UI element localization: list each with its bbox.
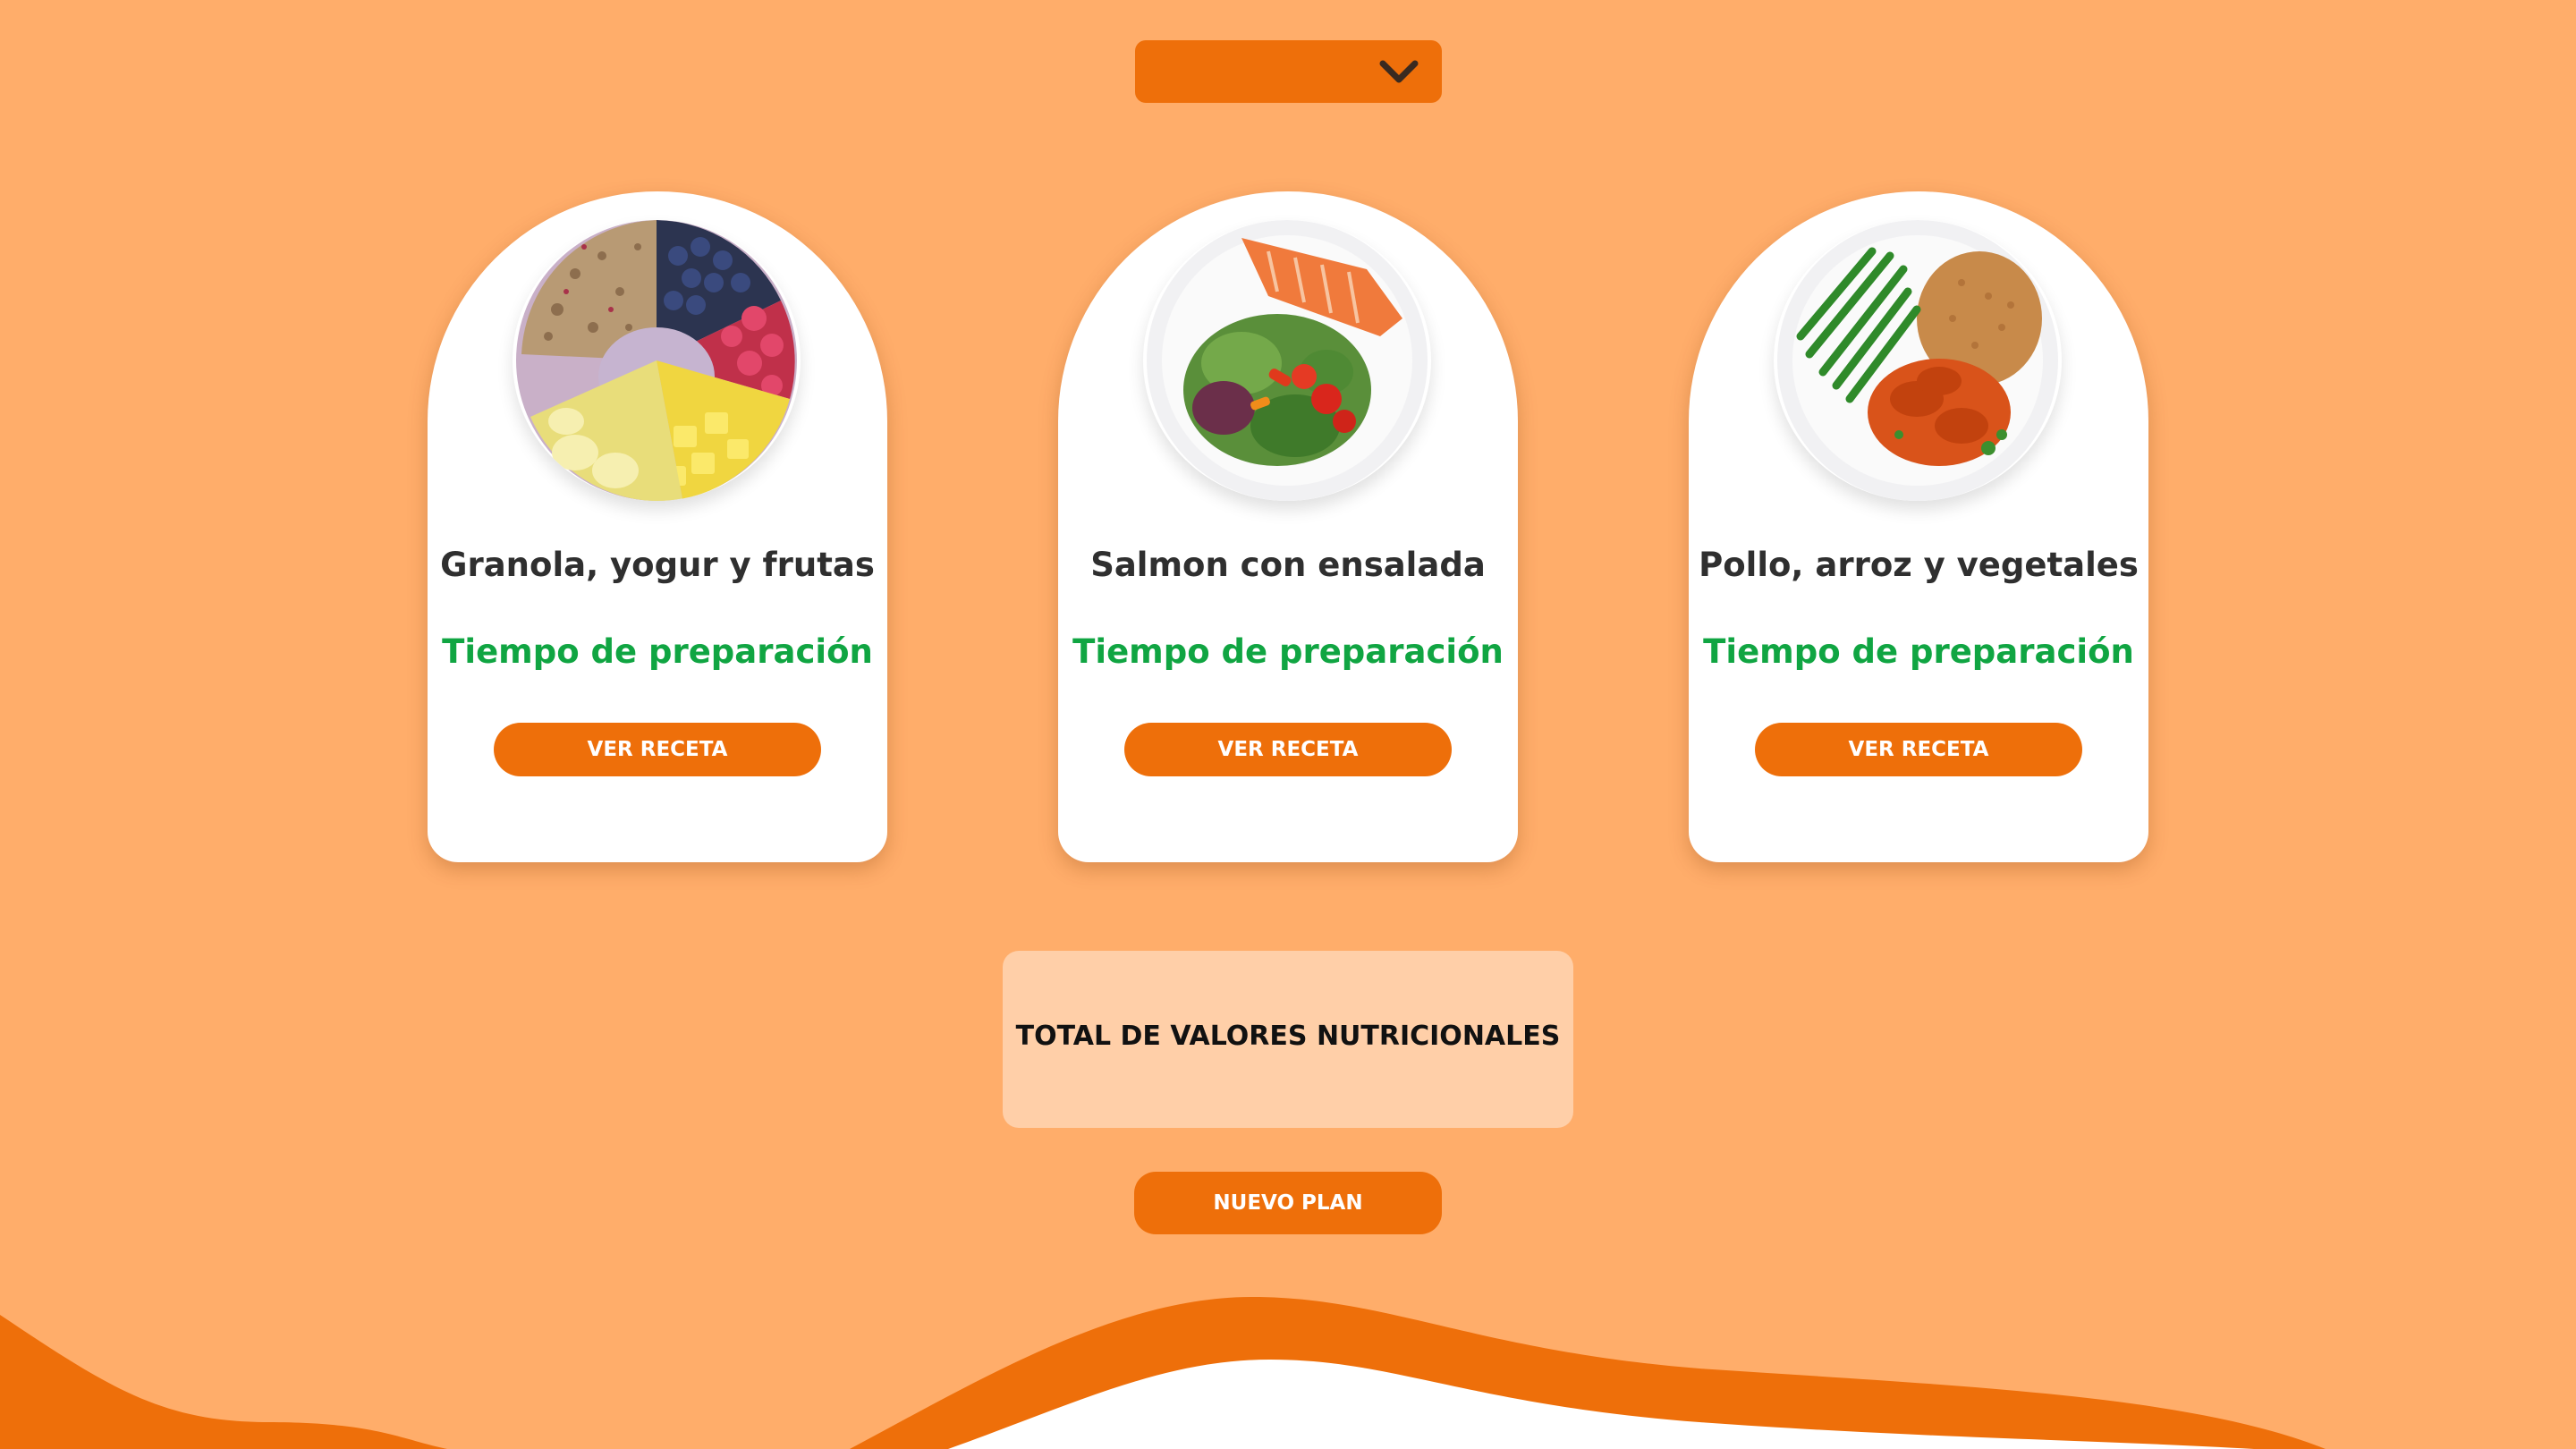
- decorative-waves: [0, 1297, 2326, 1449]
- prep-time-label: Tiempo de preparación: [1703, 632, 2134, 671]
- prep-time-label: Tiempo de preparación: [442, 632, 873, 671]
- new-plan-button[interactable]: NUEVO PLAN: [1134, 1172, 1442, 1234]
- nutrition-totals-label: TOTAL DE VALORES NUTRICIONALES: [1015, 1021, 1561, 1052]
- view-recipe-button[interactable]: VER RECETA: [1755, 723, 2082, 776]
- recipe-name: Salmon con ensalada: [1090, 546, 1486, 584]
- prep-time-label: Tiempo de preparación: [1072, 632, 1504, 671]
- chevron-down-icon: [1379, 60, 1419, 83]
- recipe-name: Pollo, arroz y vegetales: [1699, 546, 2139, 584]
- recipe-card-granola: Granola, yogur y frutas Tiempo de prepar…: [428, 191, 887, 862]
- recipe-name: Granola, yogur y frutas: [440, 546, 875, 584]
- meal-plan-dropdown[interactable]: [1135, 40, 1442, 103]
- recipe-card-chicken: Pollo, arroz y vegetales Tiempo de prepa…: [1689, 191, 2148, 862]
- granola-yogurt-fruit-bowl-image: [513, 220, 801, 501]
- salmon-salad-plate-image: [1143, 220, 1431, 501]
- view-recipe-button[interactable]: VER RECETA: [1124, 723, 1452, 776]
- chicken-rice-vegetables-plate-image: [1774, 220, 2062, 501]
- view-recipe-button[interactable]: VER RECETA: [494, 723, 821, 776]
- recipe-card-salmon: Salmon con ensalada Tiempo de preparació…: [1058, 191, 1518, 862]
- nutrition-totals-panel: TOTAL DE VALORES NUTRICIONALES: [1003, 951, 1573, 1128]
